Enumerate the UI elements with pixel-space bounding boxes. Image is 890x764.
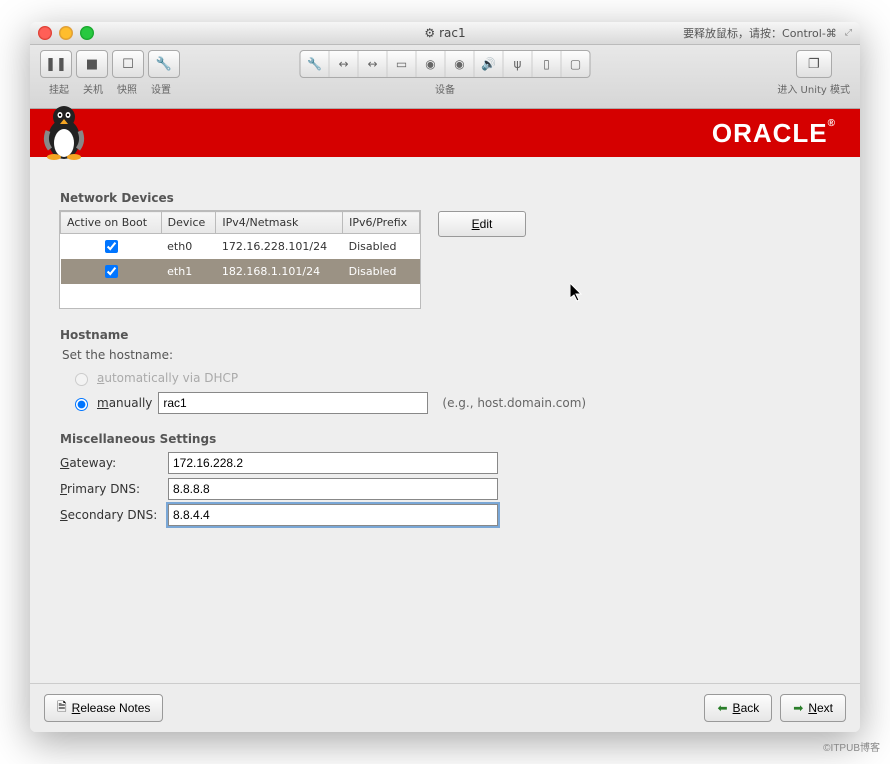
unity-button[interactable]: ❐ — [796, 50, 832, 78]
hostname-auto-label: automatically via DHCP — [97, 371, 238, 385]
network-devices-title: Network Devices — [60, 191, 830, 205]
arrow-right-icon: ➡ — [793, 701, 803, 715]
footer: 🗎 Release Notes ⬅ Back ➡ Next — [30, 683, 860, 732]
secondary-dns-input[interactable] — [168, 504, 498, 526]
cdrom-icon[interactable]: ◉ — [417, 51, 446, 77]
table-row-empty — [61, 284, 420, 308]
unity-label: 进入 Unity 模式 — [777, 81, 850, 96]
secondary-dns-label: Secondary DNS: — [60, 508, 168, 522]
table-row[interactable]: eth0 172.16.228.101/24 Disabled — [61, 234, 420, 260]
fullscreen-icon[interactable]: ⤢ — [845, 28, 852, 38]
poweroff-label: 关机 — [76, 81, 110, 96]
printer-icon[interactable]: ▯ — [533, 51, 562, 77]
suspend-button[interactable]: ❚❚ — [40, 50, 72, 78]
poweroff-button[interactable]: ■ — [76, 50, 108, 78]
primary-dns-label: Primary DNS: — [60, 482, 168, 496]
network2-icon[interactable]: ↔ — [359, 51, 388, 77]
gateway-input[interactable] — [168, 452, 498, 474]
release-notes-label: Release Notes — [72, 701, 151, 715]
back-button[interactable]: ⬅ Back — [704, 694, 772, 722]
next-label: Next — [808, 701, 833, 715]
hostname-manual-label: manually — [97, 396, 152, 410]
vm-window: ⚙ rac1 要释放鼠标，请按：Control-⌘ ⤢ ❚❚ ■ ☐ 🔧 挂起 … — [30, 22, 860, 732]
hostname-auto-radio — [75, 373, 88, 386]
ipv6-cell: Disabled — [343, 259, 420, 284]
active-checkbox-eth0[interactable] — [105, 240, 118, 253]
active-checkbox-eth1[interactable] — [105, 265, 118, 278]
window-title: ⚙ rac1 — [424, 26, 465, 40]
close-icon[interactable] — [38, 26, 52, 40]
settings-label: 设置 — [144, 81, 178, 96]
misc-title: Miscellaneous Settings — [60, 432, 830, 446]
col-ipv6[interactable]: IPv6/Prefix — [343, 212, 420, 234]
minimize-icon[interactable] — [59, 26, 73, 40]
window-controls — [38, 26, 94, 40]
gateway-label: Gateway: — [60, 456, 168, 470]
col-device[interactable]: Device — [161, 212, 216, 234]
snapshot-label: 快照 — [110, 81, 144, 96]
network-devices-table: Active on Boot Device IPv4/Netmask IPv6/… — [60, 211, 420, 308]
back-label: Back — [733, 701, 760, 715]
col-active[interactable]: Active on Boot — [61, 212, 162, 234]
floppy-icon[interactable]: ◉ — [446, 51, 475, 77]
hostname-title: Hostname — [60, 328, 830, 342]
hostname-manual-radio[interactable] — [75, 398, 88, 411]
table-row[interactable]: eth1 182.168.1.101/24 Disabled — [61, 259, 420, 284]
hostname-input[interactable] — [158, 392, 428, 414]
usb-icon[interactable]: ψ — [504, 51, 533, 77]
oracle-header: ORACLE® — [30, 109, 860, 157]
device-settings-icon[interactable]: 🔧 — [301, 51, 330, 77]
primary-dns-input[interactable] — [168, 478, 498, 500]
harddisk-icon[interactable]: ▭ — [388, 51, 417, 77]
hostname-hint: (e.g., host.domain.com) — [442, 396, 586, 410]
hostname-prompt: Set the hostname: — [62, 348, 830, 362]
suspend-label: 挂起 — [42, 81, 76, 96]
app-icon: ⚙ — [424, 26, 435, 40]
settings-button[interactable]: 🔧 — [148, 50, 180, 78]
ipv4-cell: 172.16.228.101/24 — [216, 234, 343, 260]
release-notes-button[interactable]: 🗎 Release Notes — [44, 694, 163, 722]
document-icon: 🗎 — [57, 698, 67, 719]
oracle-logo: ORACLE® — [712, 118, 836, 149]
col-ipv4[interactable]: IPv4/Netmask — [216, 212, 343, 234]
snapshot-button[interactable]: ☐ — [112, 50, 144, 78]
ipv4-cell: 182.168.1.101/24 — [216, 259, 343, 284]
title-text: rac1 — [439, 26, 466, 40]
device-strip: 🔧 ↔ ↔ ▭ ◉ ◉ 🔊 ψ ▯ ▢ — [300, 50, 591, 78]
device-cell: eth0 — [161, 234, 216, 260]
next-button[interactable]: ➡ Next — [780, 694, 846, 722]
maximize-icon[interactable] — [80, 26, 94, 40]
device-cell: eth1 — [161, 259, 216, 284]
penguin-icon — [40, 101, 88, 161]
installer-content: Network Devices Active on Boot Device IP… — [30, 157, 860, 683]
display-icon[interactable]: ▢ — [562, 51, 590, 77]
sound-icon[interactable]: 🔊 — [475, 51, 504, 77]
arrow-left-icon: ⬅ — [717, 701, 727, 715]
titlebar: ⚙ rac1 要释放鼠标，请按：Control-⌘ ⤢ — [30, 22, 860, 45]
vm-toolbar: ❚❚ ■ ☐ 🔧 挂起 关机 快照 设置 🔧 ↔ ↔ ▭ ◉ ◉ 🔊 ψ — [30, 45, 860, 109]
release-hint: 要释放鼠标，请按：Control-⌘ — [683, 25, 837, 41]
edit-button[interactable]: Edit — [438, 211, 526, 237]
edit-label: dit — [480, 217, 493, 231]
watermark: ©ITPUB博客 — [823, 739, 880, 754]
network1-icon[interactable]: ↔ — [330, 51, 359, 77]
devices-label: 设备 — [435, 81, 455, 96]
ipv6-cell: Disabled — [343, 234, 420, 260]
